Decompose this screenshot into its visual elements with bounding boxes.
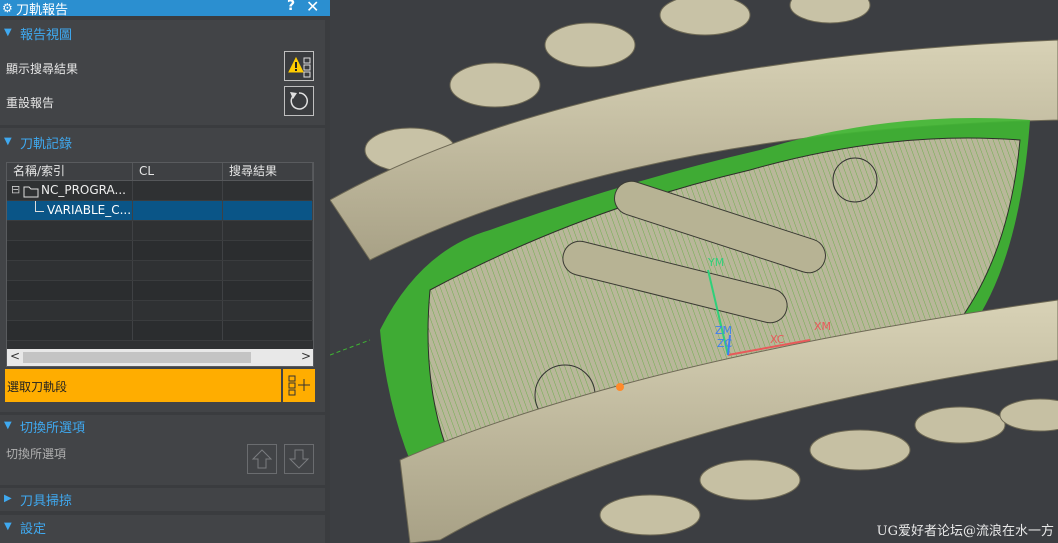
cam-part-render: YM ZM ZC XC XM	[330, 0, 1058, 543]
title-bar: ⚙ 刀軌報告 ? ✕	[0, 0, 330, 18]
window-title: 刀軌報告	[16, 3, 69, 18]
tree-expand-icon[interactable]: ⊟	[11, 183, 20, 196]
close-button[interactable]: ✕	[306, 0, 319, 16]
switch-options-label: 切換所選項	[6, 447, 67, 461]
segment-select-icon	[288, 375, 310, 396]
collapse-triangle-icon: ▼	[4, 521, 12, 532]
reset-report-label: 重設報告	[6, 96, 55, 110]
table-row[interactable]: ⊟ NC_PROGRA...	[7, 181, 313, 201]
scroll-right-button[interactable]: >	[301, 349, 311, 363]
scroll-thumb[interactable]	[23, 352, 251, 363]
table-row	[7, 241, 313, 261]
folder-icon	[23, 186, 39, 198]
horizontal-scrollbar[interactable]: < >	[7, 349, 313, 366]
switch-options-section: ▼ 切換所選項 切換所選項	[0, 415, 325, 485]
collapse-triangle-icon: ▼	[4, 136, 12, 147]
tree-line	[35, 201, 44, 212]
arrow-down-icon	[288, 449, 310, 469]
settings-header[interactable]: ▼ 設定	[0, 516, 325, 538]
expand-triangle-icon: ▶	[4, 493, 12, 504]
show-results-button[interactable]	[284, 51, 314, 81]
select-toolpath-segment-button[interactable]: 選取刀軌段	[5, 369, 281, 402]
table-row	[7, 321, 313, 341]
column-header-name[interactable]: 名稱/索引	[7, 163, 133, 181]
collapse-triangle-icon: ▼	[4, 420, 12, 431]
warning-list-icon	[288, 56, 311, 78]
arrow-up-icon	[251, 449, 273, 469]
tree-item-label: NC_PROGRA...	[41, 183, 126, 197]
show-results-label: 顯示搜尋結果	[6, 62, 79, 76]
collapse-triangle-icon: ▼	[4, 27, 12, 38]
reset-report-button[interactable]	[284, 86, 314, 116]
tree-item-label: VARIABLE_C...	[47, 203, 132, 217]
segment-select-icon-button[interactable]	[283, 369, 315, 402]
table-row[interactable]: VARIABLE_C...	[7, 201, 313, 221]
watermark: UG爱好者论坛@流浪在水一方	[876, 524, 1054, 539]
switch-options-header[interactable]: ▼ 切換所選項	[0, 415, 325, 437]
table-row	[7, 281, 313, 301]
gear-icon: ⚙	[2, 1, 13, 15]
tool-sweep-header[interactable]: ▶ 刀具掃掠	[0, 488, 325, 510]
help-button[interactable]: ?	[287, 0, 295, 14]
table-row	[7, 301, 313, 321]
zm-label: ZM	[715, 324, 732, 337]
settings-section: ▼ 設定	[0, 515, 325, 543]
toolpath-records-header[interactable]: ▼ 刀軌記錄	[0, 131, 325, 153]
reset-arrow-icon	[290, 92, 308, 110]
toolpath-report-panel: ⚙ 刀軌報告 ? ✕ ▼ 報告視圖 顯示搜尋結果 重設報告 ▼ 刀軌記錄 名稱/…	[0, 0, 330, 543]
column-header-cl[interactable]: CL	[133, 163, 223, 181]
graphics-viewport[interactable]: YM ZM ZC XC XM UG爱好者论坛@流浪在水一方	[330, 0, 1058, 543]
report-view-section: ▼ 報告視圖 顯示搜尋結果 重設報告	[0, 20, 325, 125]
report-view-header[interactable]: ▼ 報告視圖	[0, 22, 325, 44]
toolpath-table: 名稱/索引 CL 搜尋結果 ⊟ NC_PROGRA... VARIABLE_C.…	[6, 162, 314, 367]
scroll-left-button[interactable]: <	[10, 349, 20, 363]
xc-label: XC	[770, 333, 785, 346]
ym-label: YM	[707, 256, 724, 269]
move-down-button[interactable]	[284, 444, 314, 474]
zc-label: ZC	[717, 337, 733, 350]
table-row	[7, 261, 313, 281]
tool-sweep-section: ▶ 刀具掃掠	[0, 488, 325, 511]
column-header-search-results[interactable]: 搜尋結果	[223, 163, 313, 181]
xm-label: XM	[814, 320, 831, 333]
move-up-button[interactable]	[247, 444, 277, 474]
tool-position-marker	[616, 383, 624, 391]
table-row	[7, 221, 313, 241]
